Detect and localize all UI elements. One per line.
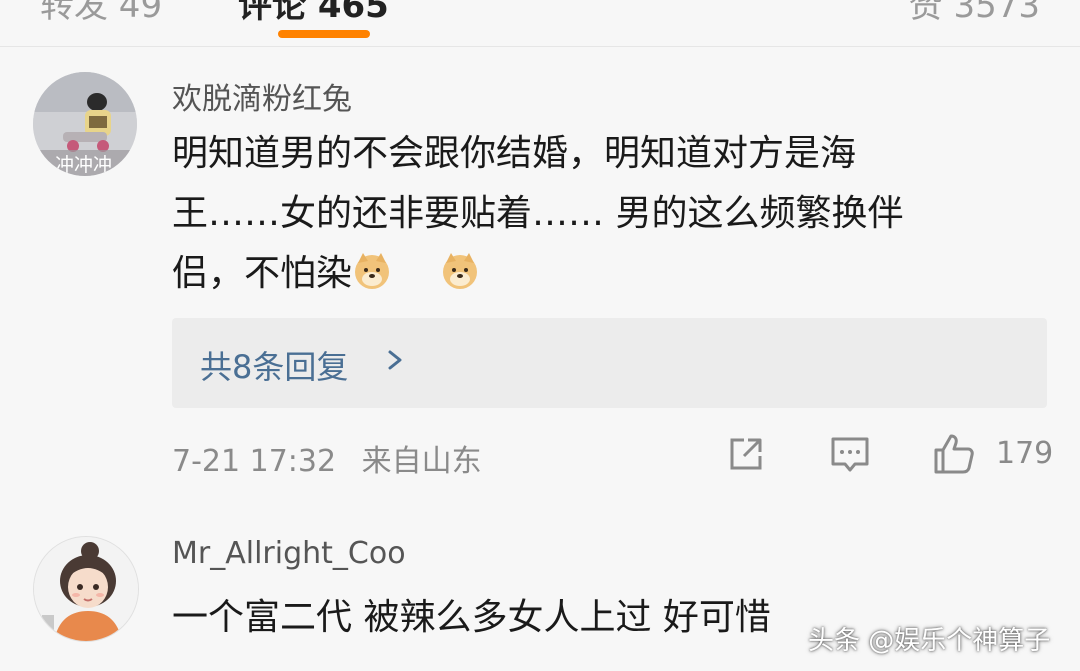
replies-button[interactable]: 共8条回复: [172, 318, 1047, 408]
replies-label: 共8条回复: [200, 348, 349, 386]
comment-meta: 7-21 17:32 来自山东: [172, 436, 482, 480]
tab-reposts[interactable]: 转发 49: [40, 0, 162, 27]
comment-text-line: 一个富二代 被辣么多女人上过 好可惜: [172, 597, 771, 638]
thumbs-up-icon[interactable]: [932, 432, 976, 476]
comment-username[interactable]: 欢脱滴粉红兔: [172, 74, 352, 118]
share-icon[interactable]: [724, 432, 768, 476]
tab-bar: 转发 49 评论 465 赞 3573: [0, 0, 1080, 47]
avatar-illustration-icon: [34, 537, 138, 641]
comment-text-line: 王……女的还非要贴着…… 男的这么频繁换伴: [172, 193, 904, 234]
comment-date: 7-21 17:32: [172, 444, 337, 479]
comment-text-line: 明知道男的不会跟你结婚，明知道对方是海: [172, 133, 857, 174]
comment-text-line: 侣，不怕染: [172, 244, 903, 304]
comment-icon[interactable]: [828, 432, 872, 476]
doge-emoji-icon: [443, 253, 478, 289]
comment-text: 一个富二代 被辣么多女人上过 好可惜: [172, 588, 771, 648]
avatar-caption: 冲冲冲: [55, 154, 113, 176]
like-count: 179: [996, 436, 1054, 471]
tab-likes[interactable]: 赞 3573: [909, 0, 1040, 27]
watermark: 头条 @娱乐个神算子: [808, 626, 1051, 656]
comment-text: 明知道男的不会跟你结婚，明知道对方是海 王……女的还非要贴着…… 男的这么频繁换…: [172, 124, 903, 304]
comment-page: 转发 49 评论 465 赞 3573 冲冲冲 欢脱滴粉红兔 明知道男的不会跟你…: [0, 0, 1080, 671]
tab-comments[interactable]: 评论 465: [238, 0, 389, 27]
comment-text-fragment: 侣，不怕染: [172, 253, 353, 294]
active-tab-indicator: [278, 30, 370, 38]
comment-location: 来自山东: [361, 444, 482, 479]
chevron-right-icon: [388, 350, 402, 370]
avatar[interactable]: 冲冲冲: [33, 72, 137, 176]
doge-emoji-icon: [355, 253, 390, 289]
avatar[interactable]: [33, 536, 139, 642]
comment-username[interactable]: Mr_Allright_Coo: [172, 536, 406, 571]
